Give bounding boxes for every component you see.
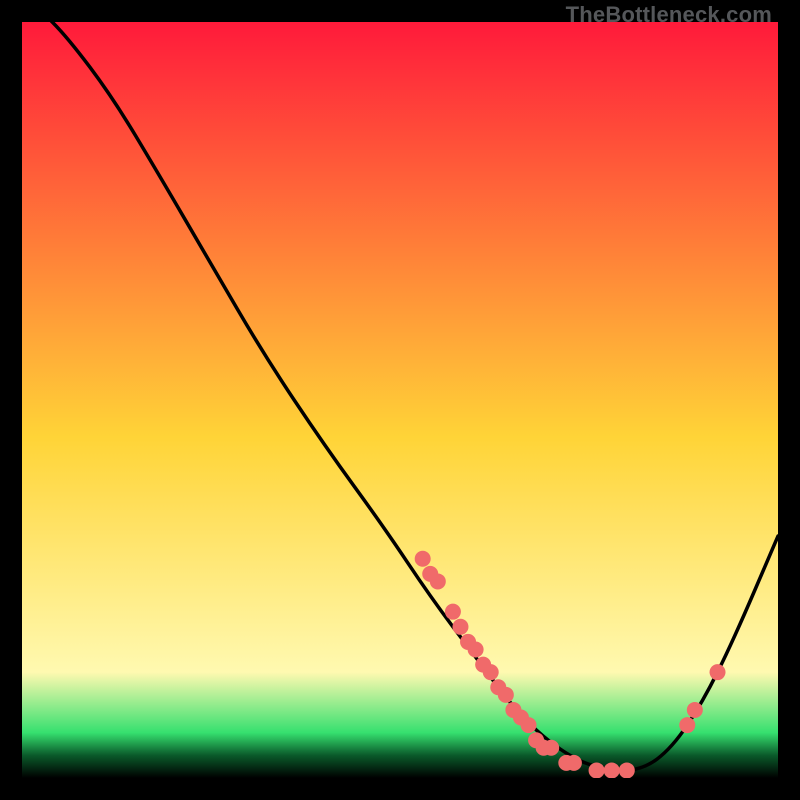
attribution-label: TheBottleneck.com [566,2,772,28]
data-point [415,551,431,567]
data-point [619,762,635,778]
data-point [710,664,726,680]
data-point [430,573,446,589]
bottleneck-chart [22,22,778,778]
data-point [468,641,484,657]
data-point [452,619,468,635]
data-point [687,702,703,718]
data-point [604,762,620,778]
data-point [566,755,582,771]
chart-frame [22,22,778,778]
data-point [498,687,514,703]
data-point [521,717,537,733]
data-point [543,740,559,756]
data-point [589,762,605,778]
data-point [445,604,461,620]
data-point [679,717,695,733]
data-point [483,664,499,680]
